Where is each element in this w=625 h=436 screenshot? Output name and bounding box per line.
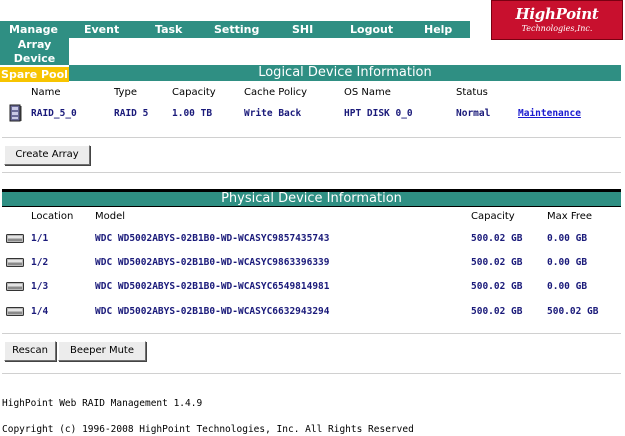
disk-model: WDC WD5002ABYS-02B1B0-WD-WCASYC986339633…: [95, 257, 330, 268]
col-location-header: Location: [31, 211, 74, 222]
divider: [2, 333, 621, 334]
rescan-button[interactable]: Rescan: [4, 341, 56, 361]
logical-name: RAID_5_0: [31, 108, 77, 119]
disk-location: 1/2: [31, 257, 49, 268]
disk-capacity: 500.02 GB: [471, 281, 523, 292]
col-max-free-header: Max Free: [547, 211, 593, 222]
footer-copyright: Copyright (c) 1996-2008 HighPoint Techno…: [2, 424, 414, 435]
col-type-header: Type: [114, 87, 137, 98]
create-array-button[interactable]: Create Array: [4, 145, 90, 165]
col-cache-policy-header: Cache Policy: [244, 87, 308, 98]
logical-cache-policy: Write Back: [244, 108, 302, 119]
logo-subtitle: Technologies,Inc.: [521, 24, 593, 33]
beeper-mute-button[interactable]: Beeper Mute: [58, 341, 146, 361]
col-capacity-header: Capacity: [172, 87, 216, 98]
logo-name: HighPoint: [515, 5, 599, 23]
disk-location: 1/3: [31, 281, 49, 292]
hard-disk-icon[interactable]: [6, 234, 24, 243]
manage-submenu: Array Device: [0, 38, 69, 65]
col-os-name-header: OS Name: [344, 87, 391, 98]
disk-model: WDC WD5002ABYS-02B1B0-WD-WCASYC663294329…: [95, 306, 330, 317]
nav-shi[interactable]: SHI: [292, 21, 313, 38]
disk-max-free: 500.02 GB: [547, 306, 599, 317]
disk-location: 1/1: [31, 233, 49, 244]
col-status-header: Status: [456, 87, 488, 98]
divider: [2, 172, 621, 173]
disk-max-free: 0.00 GB: [547, 281, 588, 292]
col-name-header: Name: [31, 87, 61, 98]
nav-setting[interactable]: Setting: [214, 21, 259, 38]
hard-disk-icon[interactable]: [6, 258, 24, 267]
logical-os-name: HPT DISK 0_0: [344, 108, 413, 119]
nav-task[interactable]: Task: [155, 21, 182, 38]
divider: [2, 373, 621, 374]
maintenance-link[interactable]: Maintenance: [518, 108, 581, 119]
disk-max-free: 0.00 GB: [547, 233, 588, 244]
logical-type: RAID 5: [114, 108, 149, 119]
disk-model: WDC WD5002ABYS-02B1B0-WD-WCASYC985743574…: [95, 233, 330, 244]
logical-status: Normal: [456, 108, 491, 119]
divider: [2, 137, 621, 138]
col-model-header: Model: [95, 211, 126, 222]
nav-help[interactable]: Help: [424, 21, 452, 38]
disk-capacity: 500.02 GB: [471, 257, 523, 268]
logical-device-header: Logical Device Information: [69, 65, 621, 81]
disk-location: 1/4: [31, 306, 49, 317]
disk-capacity: 500.02 GB: [471, 306, 523, 317]
physical-device-header: Physical Device Information: [2, 189, 621, 207]
disk-max-free: 0.00 GB: [547, 257, 588, 268]
submenu-array[interactable]: Array: [0, 38, 69, 52]
disk-capacity: 500.02 GB: [471, 233, 523, 244]
disk-model: WDC WD5002ABYS-02B1B0-WD-WCASYC654981498…: [95, 281, 330, 292]
top-nav: Manage Event Task Setting SHI Logout Hel…: [0, 21, 470, 38]
hard-disk-icon[interactable]: [6, 282, 24, 291]
submenu-device[interactable]: Device: [0, 52, 69, 66]
logical-capacity: 1.00 TB: [172, 108, 213, 119]
raid-array-icon[interactable]: [9, 104, 22, 122]
highpoint-logo: HighPoint Technologies,Inc.: [491, 0, 623, 40]
col-capacity-header: Capacity: [471, 211, 515, 222]
submenu-spare-pool[interactable]: Spare Pool: [0, 67, 69, 82]
nav-event[interactable]: Event: [84, 21, 119, 38]
hard-disk-icon[interactable]: [6, 307, 24, 316]
nav-manage[interactable]: Manage: [9, 21, 58, 38]
nav-logout[interactable]: Logout: [350, 21, 393, 38]
footer-version: HighPoint Web RAID Management 1.4.9: [2, 398, 203, 409]
